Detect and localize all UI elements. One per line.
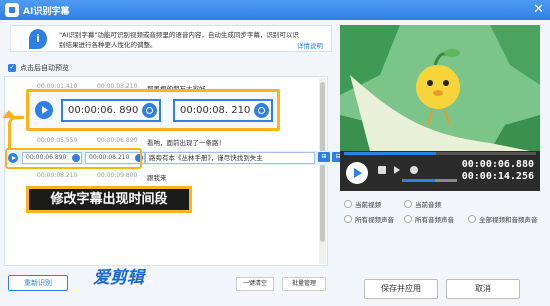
radio-label: 所有音频声音 bbox=[415, 216, 454, 224]
next-frame-icon[interactable] bbox=[394, 166, 400, 174]
list-item[interactable]: 00:00:08.210 00:00:09.800 跟我来 bbox=[11, 170, 321, 184]
check-icon: ✓ bbox=[8, 64, 16, 72]
current-time: 00:00:06.880 bbox=[461, 159, 534, 170]
zoomed-start-field[interactable]: 00:00:06. 890 bbox=[61, 99, 161, 122]
radio-all-media[interactable]: 全部视频和音频声音 bbox=[468, 214, 538, 224]
radio-label: 当前音频 bbox=[415, 201, 441, 209]
zoomed-time-fields: 00:00:06. 890 00:00:08. 210 bbox=[26, 89, 280, 131]
seek-bar[interactable] bbox=[344, 152, 536, 155]
volume-icon[interactable] bbox=[410, 166, 418, 174]
stop-icon[interactable] bbox=[378, 166, 386, 174]
play-button[interactable] bbox=[346, 162, 368, 184]
highlight-box bbox=[5, 148, 142, 169]
window-title: AI识别字幕 bbox=[23, 7, 70, 17]
time-display: 00:00:06.880 00:00:14.256 bbox=[462, 159, 534, 183]
refresh-icon[interactable] bbox=[254, 103, 269, 118]
save-apply-button[interactable]: 保存并应用 bbox=[364, 279, 438, 299]
close-icon[interactable]: ✕ bbox=[533, 2, 544, 17]
autoplay-label: 点击后自动预览 bbox=[20, 64, 69, 72]
details-link[interactable]: 详情说明 bbox=[297, 40, 323, 50]
info-text: "AI识别字幕"功能可识别视频或音频里的语音内容，自动生成同步字幕，识别可以识别… bbox=[59, 31, 299, 49]
batch-manage-button[interactable]: 批量管理 bbox=[282, 277, 326, 291]
radio-dot bbox=[404, 200, 412, 208]
insert-above-icon[interactable]: ⊞ bbox=[318, 152, 330, 162]
app-logo-icon bbox=[5, 3, 19, 17]
total-time: 00:00:14.256 bbox=[461, 171, 534, 182]
radio-label: 所有视频声音 bbox=[355, 216, 394, 224]
title-bar: AI识别字幕 ✕ bbox=[0, 0, 550, 20]
info-icon: i bbox=[29, 29, 47, 49]
subtitle-text: 跟我来 bbox=[147, 174, 167, 182]
clear-all-button[interactable]: 一键清空 bbox=[236, 277, 274, 291]
radio-dot bbox=[344, 200, 352, 208]
video-preview bbox=[340, 25, 540, 151]
re-recognize-button[interactable]: 重新识别 bbox=[8, 275, 68, 291]
volume-level bbox=[402, 179, 435, 182]
end-time: 00:00:09.800 bbox=[97, 172, 138, 179]
play-icon[interactable] bbox=[35, 101, 53, 119]
radio-current-video[interactable]: 当前视频 bbox=[344, 199, 381, 209]
radio-label: 当前视频 bbox=[355, 201, 381, 209]
volume-slider[interactable] bbox=[402, 179, 457, 182]
start-time: 00:00:05.550 bbox=[37, 137, 78, 144]
radio-all-video[interactable]: 所有视频声音 bbox=[344, 214, 394, 224]
zoomed-end-value: 00:00:08. 210 bbox=[180, 105, 251, 116]
list-item[interactable]: 00:00:05.550 00:00:06.890 看呐，面前出现了一条路！ bbox=[11, 135, 321, 149]
cancel-button[interactable]: 取消 bbox=[446, 279, 520, 299]
start-time: 00:00:08.210 bbox=[37, 172, 78, 179]
radio-dot bbox=[468, 215, 476, 223]
subtitle-text: 看呐，面前出现了一条路！ bbox=[147, 139, 225, 147]
radio-label: 全部视频和音频声音 bbox=[479, 216, 538, 224]
seek-progress bbox=[344, 152, 437, 155]
callout-label: 修改字幕出现时间段 bbox=[26, 186, 192, 213]
video-frame-image bbox=[340, 25, 540, 151]
player-controls: 00:00:06.880 00:00:14.256 bbox=[340, 151, 540, 191]
arrow-head-icon bbox=[2, 110, 16, 118]
radio-dot bbox=[404, 215, 412, 223]
end-time: 00:00:06.890 bbox=[97, 137, 138, 144]
refresh-icon[interactable] bbox=[142, 103, 157, 118]
watermark-logo: 爱剪辑 bbox=[93, 268, 144, 288]
zoomed-start-value: 00:00:06. 890 bbox=[68, 105, 139, 116]
radio-current-audio[interactable]: 当前音频 bbox=[404, 199, 441, 209]
info-banner: i "AI识别字幕"功能可识别视频或音频里的语音内容，自动生成同步字幕，识别可以… bbox=[10, 25, 332, 52]
radio-dot bbox=[344, 215, 352, 223]
subtitle-input[interactable]: 路旁有本《丛林手册》，谨尽快找到失主 bbox=[145, 152, 315, 164]
pointer-arrow bbox=[8, 116, 24, 148]
autoplay-checkbox[interactable]: ✓ 点击后自动预览 bbox=[8, 63, 69, 73]
zoomed-end-field[interactable]: 00:00:08. 210 bbox=[173, 99, 273, 122]
radio-all-audio[interactable]: 所有音频声音 bbox=[404, 214, 454, 224]
